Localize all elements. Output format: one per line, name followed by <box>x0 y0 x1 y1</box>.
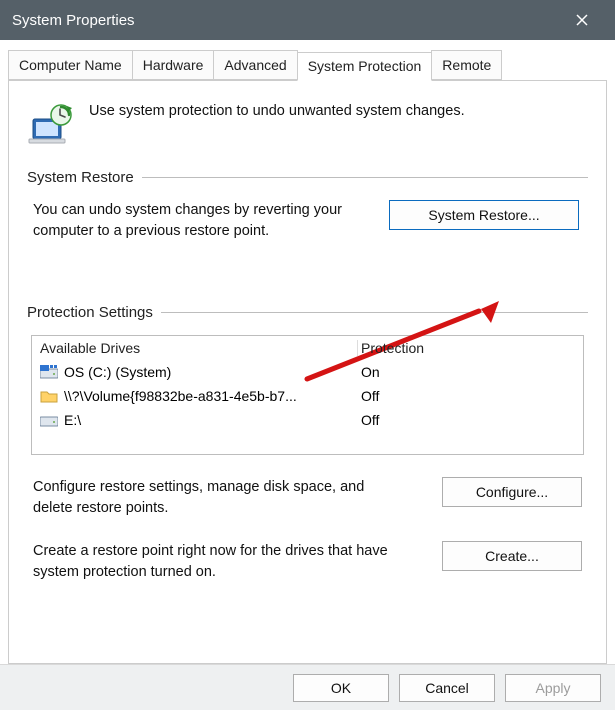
drive-protection: Off <box>361 388 575 404</box>
drive-name: OS (C:) (System) <box>64 364 171 380</box>
table-row[interactable]: \\?\Volume{f98832be-a831-4e5b-b7... Off <box>32 384 583 408</box>
drive-protection: Off <box>361 412 575 428</box>
tab-panel-system-protection: Use system protection to undo unwanted s… <box>8 80 607 664</box>
system-properties-window: System Properties Computer Name Hardware… <box>0 0 615 710</box>
col-header-drive: Available Drives <box>40 340 361 356</box>
system-restore-title: System Restore <box>27 169 134 186</box>
configure-description: Configure restore settings, manage disk … <box>33 477 403 519</box>
close-icon <box>576 14 588 26</box>
system-restore-group: System Restore You can undo system chang… <box>27 169 588 242</box>
ok-button[interactable]: OK <box>293 674 389 702</box>
close-button[interactable] <box>561 0 603 40</box>
tab-strip: Computer Name Hardware Advanced System P… <box>8 50 607 80</box>
drive-icon <box>40 413 58 428</box>
titlebar: System Properties <box>0 0 615 40</box>
cancel-button[interactable]: Cancel <box>399 674 495 702</box>
drives-table: Available Drives Protection OS (C:) (Sys… <box>31 335 584 455</box>
os-drive-icon <box>40 365 58 380</box>
tab-remote[interactable]: Remote <box>431 50 502 80</box>
create-button[interactable]: Create... <box>442 541 582 571</box>
apply-button[interactable]: Apply <box>505 674 601 702</box>
col-header-protection: Protection <box>361 340 575 356</box>
table-row[interactable]: E:\ Off <box>32 408 583 432</box>
protection-settings-group: Protection Settings Available Drives Pro… <box>27 304 588 583</box>
drives-header: Available Drives Protection <box>32 336 583 360</box>
system-protection-shield-icon <box>27 103 75 147</box>
window-title: System Properties <box>12 12 135 29</box>
folder-icon <box>40 389 58 404</box>
drive-name: \\?\Volume{f98832be-a831-4e5b-b7... <box>64 388 297 404</box>
divider <box>161 312 588 313</box>
system-restore-button[interactable]: System Restore... <box>389 200 579 230</box>
protection-settings-title: Protection Settings <box>27 304 153 321</box>
intro-text: Use system protection to undo unwanted s… <box>89 103 465 119</box>
drive-name: E:\ <box>64 412 81 428</box>
tab-system-protection[interactable]: System Protection <box>297 52 433 81</box>
divider <box>142 177 588 178</box>
tab-advanced[interactable]: Advanced <box>213 50 297 80</box>
drive-protection: On <box>361 364 575 380</box>
table-row[interactable]: OS (C:) (System) On <box>32 360 583 384</box>
system-restore-description: You can undo system changes by reverting… <box>33 200 373 242</box>
dialog-footer: OK Cancel Apply <box>0 664 615 710</box>
create-description: Create a restore point right now for the… <box>33 541 423 583</box>
tab-computer-name[interactable]: Computer Name <box>8 50 133 80</box>
tab-hardware[interactable]: Hardware <box>132 50 215 80</box>
window-body: Computer Name Hardware Advanced System P… <box>0 40 615 664</box>
configure-button[interactable]: Configure... <box>442 477 582 507</box>
